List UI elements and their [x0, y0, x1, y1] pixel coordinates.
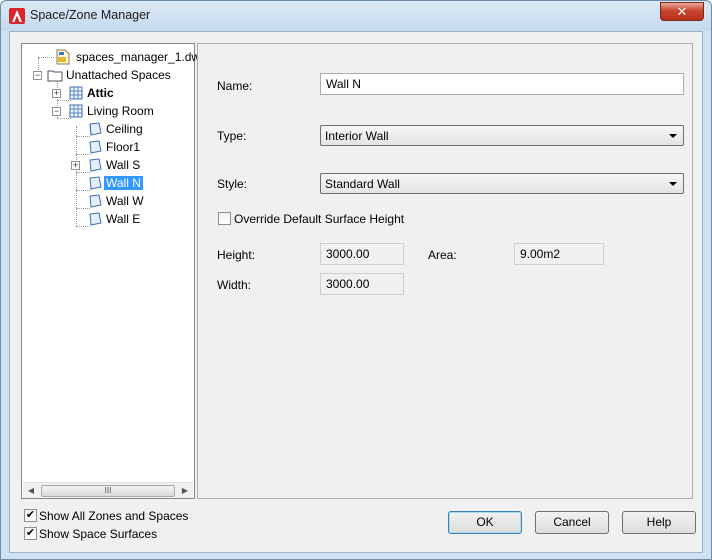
- show-surfaces-checkbox[interactable]: ✔: [24, 527, 37, 540]
- tree-horizontal-scrollbar[interactable]: ◀ III ▶: [23, 482, 193, 498]
- width-value: 3000.00: [320, 273, 404, 295]
- area-label: Area:: [428, 248, 457, 262]
- tree-label: spaces_manager_1.dwg: [76, 50, 207, 64]
- show-zones-checkbox[interactable]: ✔: [24, 509, 37, 522]
- checkmark-icon: ✔: [25, 527, 36, 539]
- tree-label: Wall W: [106, 194, 144, 208]
- folder-icon: [47, 70, 63, 82]
- ok-button[interactable]: OK: [448, 511, 522, 534]
- tree-item-unattached-spaces[interactable]: Unattached Spaces: [47, 66, 173, 84]
- expand-toggle[interactable]: +: [52, 89, 61, 98]
- tree-label: Attic: [87, 86, 114, 100]
- tree-item-wall-w[interactable]: Wall W: [87, 192, 146, 210]
- tree-item-root-file[interactable]: spaces_manager_1.dwg: [56, 48, 209, 66]
- surface-icon: [89, 140, 102, 154]
- help-button[interactable]: Help: [622, 511, 696, 534]
- name-field[interactable]: Wall N: [320, 73, 684, 95]
- style-dropdown-value: Standard Wall: [325, 177, 400, 191]
- type-label: Type:: [217, 129, 247, 143]
- collapse-toggle[interactable]: −: [33, 71, 42, 80]
- override-height-checkbox[interactable]: [218, 212, 231, 225]
- tree-item-wall-s[interactable]: Wall S: [87, 156, 142, 174]
- tree-line: [76, 126, 77, 226]
- tree-item-ceiling[interactable]: Ceiling: [87, 120, 145, 138]
- chevron-down-icon: [669, 134, 677, 138]
- area-value: 9.00m2: [514, 243, 604, 265]
- tree-label: Living Room: [87, 104, 154, 118]
- tree-item-living-room[interactable]: Living Room: [68, 102, 156, 120]
- show-zones-label[interactable]: Show All Zones and Spaces: [39, 509, 188, 523]
- show-surfaces-label[interactable]: Show Space Surfaces: [39, 527, 157, 541]
- tree-label: Ceiling: [106, 122, 143, 136]
- checkmark-icon: ✔: [25, 509, 36, 521]
- properties-panel: Name: Wall N Type: Interior Wall Style: …: [197, 43, 693, 499]
- width-label: Width:: [217, 278, 252, 292]
- tree-item-wall-n[interactable]: Wall N: [87, 174, 143, 192]
- tree-line: [38, 57, 54, 58]
- height-label: Height:: [217, 248, 256, 262]
- name-label: Name:: [217, 79, 253, 93]
- override-height-label[interactable]: Override Default Surface Height: [234, 212, 404, 226]
- style-label: Style:: [217, 177, 248, 191]
- tree-label: Unattached Spaces: [66, 68, 171, 82]
- tree-label: Wall E: [106, 212, 141, 226]
- app-logo-icon: [9, 8, 25, 24]
- tree-item-attic[interactable]: Attic: [68, 84, 116, 102]
- type-dropdown-value: Interior Wall: [325, 129, 389, 143]
- tree-item-wall-e[interactable]: Wall E: [87, 210, 142, 228]
- surface-icon: [89, 194, 102, 208]
- tree-label: Floor1: [106, 140, 141, 154]
- cancel-button[interactable]: Cancel: [535, 511, 609, 534]
- expand-toggle[interactable]: +: [71, 161, 80, 170]
- scroll-thumb[interactable]: III: [41, 485, 175, 497]
- tree-label: Wall N: [104, 176, 143, 190]
- scroll-left-arrow-icon[interactable]: ◀: [23, 483, 39, 499]
- height-value: 3000.00: [320, 243, 404, 265]
- scroll-right-arrow-icon[interactable]: ▶: [177, 483, 193, 499]
- dialog-client: spaces_manager_1.dwg − Unattached Spaces…: [9, 31, 703, 553]
- close-icon: ✕: [676, 4, 688, 19]
- space-icon: [69, 86, 83, 100]
- close-button[interactable]: ✕: [660, 2, 704, 21]
- space-tree[interactable]: spaces_manager_1.dwg − Unattached Spaces…: [21, 43, 207, 499]
- style-dropdown[interactable]: Standard Wall: [320, 173, 684, 194]
- space-icon: [69, 104, 83, 118]
- surface-icon: [89, 212, 102, 226]
- surface-icon: [89, 122, 102, 136]
- chevron-down-icon: [669, 182, 677, 186]
- title-bar[interactable]: Space/Zone Manager ✕: [1, 1, 711, 31]
- tree-item-floor1[interactable]: Floor1: [87, 138, 142, 156]
- dialog-window: Space/Zone Manager ✕ spaces_manager_1.dw…: [0, 0, 712, 560]
- collapse-toggle[interactable]: −: [52, 107, 61, 116]
- tree-label: Wall S: [106, 158, 141, 172]
- surface-icon: [89, 158, 102, 172]
- type-dropdown[interactable]: Interior Wall: [320, 125, 684, 146]
- window-title: Space/Zone Manager: [30, 8, 151, 22]
- surface-icon: [89, 176, 102, 190]
- dwg-file-icon: [56, 49, 70, 65]
